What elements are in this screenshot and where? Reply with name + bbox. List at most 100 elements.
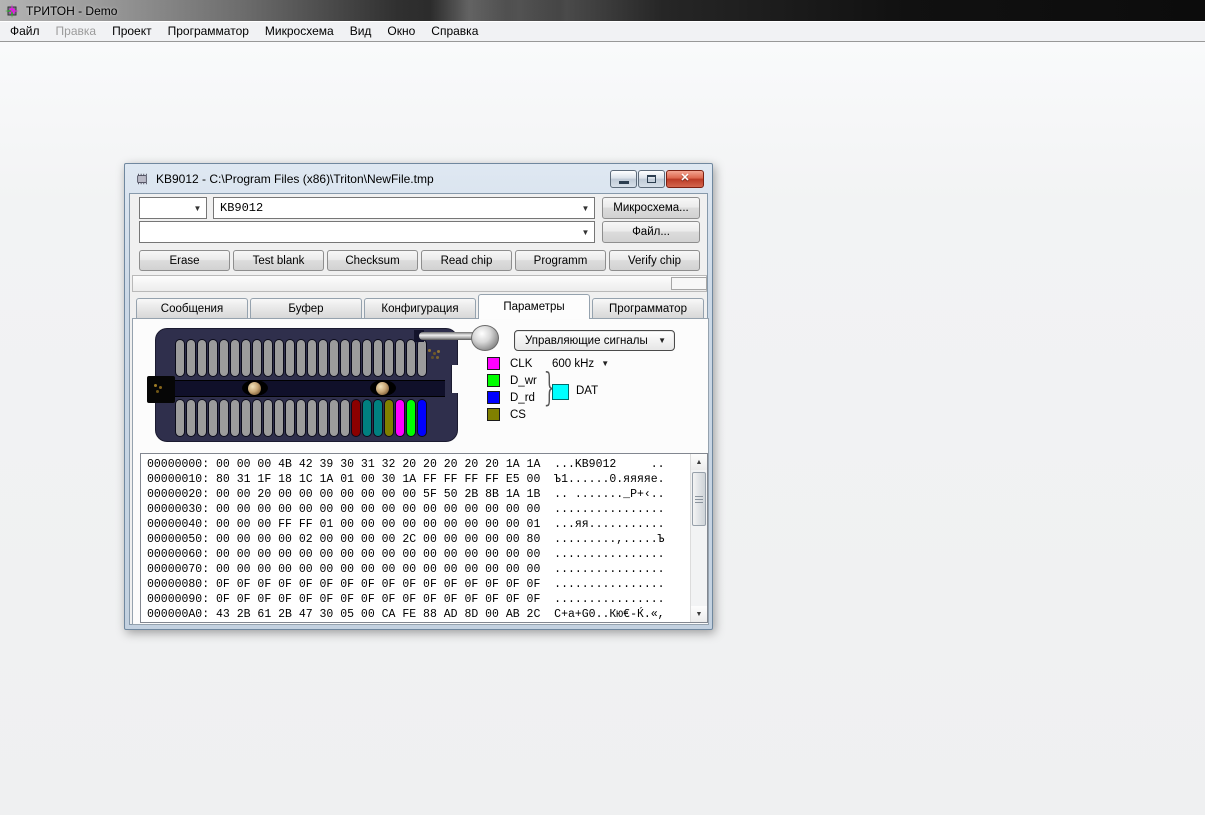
menu-item-Окно[interactable]: Окно bbox=[379, 21, 423, 41]
socket-pin bbox=[341, 340, 349, 376]
chevron-down-icon: ▼ bbox=[189, 198, 206, 218]
socket-pin bbox=[341, 400, 349, 436]
signal-label: CS bbox=[510, 409, 552, 421]
socket-pin bbox=[242, 340, 250, 376]
button-checksum[interactable]: Checksum bbox=[327, 250, 418, 271]
menu-item-Программатор[interactable]: Программатор bbox=[160, 21, 257, 41]
dat-swatch bbox=[552, 384, 569, 400]
socket-pin bbox=[363, 400, 371, 436]
socket-pin bbox=[286, 340, 294, 376]
main-window-title: ТРИТОН - Demo bbox=[26, 4, 117, 18]
socket-pin bbox=[242, 400, 250, 436]
socket-pin bbox=[385, 400, 393, 436]
menu-item-Микросхема[interactable]: Микросхема bbox=[257, 21, 342, 41]
socket-pin bbox=[253, 400, 261, 436]
close-button[interactable]: ✕ bbox=[666, 170, 704, 188]
app-icon bbox=[4, 3, 20, 19]
socket-pin bbox=[187, 340, 195, 376]
status-bar bbox=[132, 275, 707, 292]
socket-pin bbox=[220, 340, 228, 376]
socket-notch bbox=[451, 365, 458, 393]
hex-viewer[interactable]: 00000000: 00 00 00 4B 42 39 30 31 32 20 … bbox=[140, 453, 708, 623]
socket-pin bbox=[407, 400, 415, 436]
close-icon: ✕ bbox=[680, 173, 689, 184]
chip-combo[interactable]: KB9012 ▼ bbox=[213, 197, 595, 219]
restore-button[interactable] bbox=[638, 170, 665, 188]
socket-pin bbox=[374, 340, 382, 376]
socket-pin bbox=[209, 400, 217, 436]
window-controls: ✕ bbox=[610, 170, 704, 188]
socket-pin bbox=[319, 400, 327, 436]
socket-pin bbox=[396, 400, 404, 436]
dat-label: DAT bbox=[576, 385, 598, 397]
hex-row: 00000020: 00 00 20 00 00 00 00 00 00 00 … bbox=[147, 487, 690, 502]
minimize-button[interactable] bbox=[610, 170, 637, 188]
socket-pin bbox=[275, 340, 283, 376]
device-combo[interactable]: ▼ bbox=[139, 197, 207, 219]
button-test-blank[interactable]: Test blank bbox=[233, 250, 324, 271]
button-erase[interactable]: Erase bbox=[139, 250, 230, 271]
button-programm[interactable]: Programm bbox=[515, 250, 606, 271]
action-buttons: EraseTest blankChecksumRead chipProgramm… bbox=[139, 250, 700, 271]
scroll-down-button[interactable]: ▼ bbox=[691, 606, 707, 622]
scroll-up-button[interactable]: ▲ bbox=[691, 454, 707, 470]
menu-item-Правка: Правка bbox=[48, 21, 105, 41]
menu-item-Файл[interactable]: Файл bbox=[2, 21, 48, 41]
button-verify-chip[interactable]: Verify chip bbox=[609, 250, 700, 271]
mdi-area: KB9012 - C:\Program Files (x86)\Triton\N… bbox=[0, 43, 1205, 815]
hex-row: 00000030: 00 00 00 00 00 00 00 00 00 00 … bbox=[147, 502, 690, 517]
scrollbar-thumb[interactable] bbox=[692, 472, 706, 526]
hex-row: 00000070: 00 00 00 00 00 00 00 00 00 00 … bbox=[147, 562, 690, 577]
parameters-tab-panel: Управляющие сигналы ▼ CLK600 kHz▼D_wrD_r… bbox=[132, 318, 709, 625]
socket-pin bbox=[286, 400, 294, 436]
hex-row: 00000060: 00 00 00 00 00 00 00 00 00 00 … bbox=[147, 547, 690, 562]
socket-pin bbox=[330, 340, 338, 376]
tab-Параметры[interactable]: Параметры bbox=[478, 294, 590, 319]
vertical-scrollbar[interactable]: ▲ ▼ bbox=[690, 454, 707, 622]
thumb-grip bbox=[695, 499, 703, 500]
socket-pin bbox=[407, 340, 415, 376]
file-select-button[interactable]: Файл... bbox=[602, 221, 700, 243]
socket-pin bbox=[396, 340, 404, 376]
socket-pin bbox=[231, 400, 239, 436]
zif-socket-graphic bbox=[155, 328, 458, 442]
socket-pin bbox=[253, 340, 261, 376]
hex-row: 00000080: 0F 0F 0F 0F 0F 0F 0F 0F 0F 0F … bbox=[147, 577, 690, 592]
signals-dropdown[interactable]: Управляющие сигналы ▼ bbox=[514, 330, 675, 351]
tab-Буфер[interactable]: Буфер bbox=[250, 298, 362, 319]
socket-pin bbox=[264, 340, 272, 376]
legend-row-CLK: CLK600 kHz▼ bbox=[487, 355, 707, 372]
button-read-chip[interactable]: Read chip bbox=[421, 250, 512, 271]
socket-pin bbox=[275, 400, 283, 436]
tab-Сообщения[interactable]: Сообщения bbox=[136, 298, 248, 319]
socket-pin bbox=[209, 340, 217, 376]
chip-marking bbox=[154, 384, 157, 387]
status-panel bbox=[671, 277, 707, 290]
tab-bar: СообщенияБуферКонфигурацияПараметрыПрогр… bbox=[136, 294, 706, 319]
socket-lever-rod bbox=[419, 332, 477, 340]
hex-row: 00000040: 00 00 00 FF FF 01 00 00 00 00 … bbox=[147, 517, 690, 532]
signal-swatch bbox=[487, 357, 500, 370]
file-combo[interactable]: ▼ bbox=[139, 221, 595, 243]
child-window: KB9012 - C:\Program Files (x86)\Triton\N… bbox=[124, 163, 713, 630]
hex-row: 00000000: 00 00 00 4B 42 39 30 31 32 20 … bbox=[147, 457, 690, 472]
menu-item-Вид[interactable]: Вид bbox=[342, 21, 380, 41]
tab-Программатор[interactable]: Программатор bbox=[592, 298, 704, 319]
tab-Конфигурация[interactable]: Конфигурация bbox=[364, 298, 476, 319]
legend-row-CS: CS bbox=[487, 406, 707, 423]
menu-item-Справка[interactable]: Справка bbox=[423, 21, 486, 41]
menu-item-Проект[interactable]: Проект bbox=[104, 21, 160, 41]
socket-pin bbox=[187, 400, 195, 436]
socket-pin bbox=[374, 400, 382, 436]
screw-icon bbox=[248, 382, 261, 395]
signals-dropdown-value: Управляющие сигналы bbox=[525, 335, 648, 347]
socket-pin bbox=[418, 400, 426, 436]
chip-select-button[interactable]: Микросхема... bbox=[602, 197, 700, 219]
menu-bar: ФайлПравкаПроектПрограмматорМикросхемаВи… bbox=[0, 21, 1205, 42]
socket-pin bbox=[385, 340, 393, 376]
restore-icon bbox=[647, 175, 656, 183]
child-title-bar[interactable]: KB9012 - C:\Program Files (x86)\Triton\N… bbox=[125, 164, 712, 193]
socket-pin bbox=[352, 340, 360, 376]
socket-pin bbox=[363, 340, 371, 376]
hex-rows: 00000000: 00 00 00 4B 42 39 30 31 32 20 … bbox=[141, 454, 690, 622]
